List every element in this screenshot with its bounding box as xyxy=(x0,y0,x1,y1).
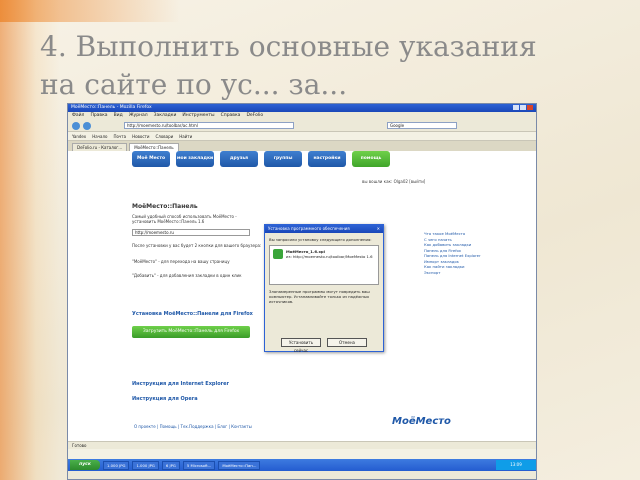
maximize-icon[interactable] xyxy=(520,105,526,110)
taskbar-item[interactable]: 6 JPG xyxy=(161,460,180,470)
forward-icon[interactable] xyxy=(83,121,91,130)
toolbar-home[interactable]: Начало xyxy=(92,134,107,139)
menu-file[interactable]: Файл xyxy=(72,113,84,119)
cancel-button[interactable]: Отмена xyxy=(327,338,367,347)
addon-item: МоёМесто_1.6.xpi из: http://moemesto.ru/… xyxy=(269,245,379,285)
dialog-close-icon[interactable]: ✕ xyxy=(377,226,380,232)
browser-screenshot: МоёМесто::Панель - Mozilla Firefox Файл … xyxy=(67,103,537,480)
toolbar-news[interactable]: Новости xyxy=(132,134,149,139)
dialog-intro: Вы запросили установку следующего дополн… xyxy=(269,237,372,242)
search-input[interactable]: Google xyxy=(387,122,457,129)
site-footer[interactable]: О проекте | Помощь | Тех.Поддержка | Бло… xyxy=(134,424,252,429)
addon-bar xyxy=(68,449,536,459)
minimize-icon[interactable] xyxy=(513,105,519,110)
download-toolbar-button[interactable]: Загрузить МоёМесто::Панель для Firefox xyxy=(132,326,250,338)
tab-moemesto[interactable]: МоёМесто::Панель xyxy=(129,143,179,151)
menu-bar: Файл Правка Вид Журнал Закладки Инструме… xyxy=(68,112,536,120)
back-icon[interactable] xyxy=(72,121,80,130)
list-item: "МоёМесто" - для перехода на вашу страни… xyxy=(132,259,230,264)
opera-instructions-link[interactable]: Инструкция для Opera xyxy=(132,396,198,402)
install-now-button[interactable]: Установить сейчас xyxy=(281,338,321,353)
user-status: вы вошли как: Olga02 [выйти] xyxy=(362,179,426,184)
page-title: МоёМесто::Панель xyxy=(132,203,198,210)
dialog-buttons: Установить сейчас Отмена xyxy=(265,338,383,353)
dialog-titlebar: Установка программного обеспечения ✕ xyxy=(265,225,383,233)
buttons-text: После установки у вас будет 2 кнопки для… xyxy=(132,243,262,248)
toolbar-mail[interactable]: Почта xyxy=(113,134,126,139)
menu-history[interactable]: Журнал xyxy=(129,113,148,119)
dialog-title: Установка программного обеспечения xyxy=(268,226,350,231)
menu-defolio[interactable]: DeFolio xyxy=(246,113,263,119)
nav-friends[interactable]: друзья xyxy=(220,151,258,167)
nav-groups[interactable]: группы xyxy=(264,151,302,167)
status-bar: Готово xyxy=(68,441,536,449)
yandex-toolbar: Yandex Начало Почта Новости Словари Найт… xyxy=(68,132,536,141)
tab-defolio[interactable]: DeFolio.ru - Каталог... xyxy=(72,143,128,151)
nav-my-place[interactable]: Моё Место xyxy=(132,151,170,167)
help-link[interactable]: Экспорт xyxy=(424,270,494,276)
puzzle-icon xyxy=(273,249,283,259)
install-heading: Установка МоёМесто::Панели для Firefox xyxy=(132,311,253,317)
taskbar-item[interactable]: МоёМесто::Пан... xyxy=(218,460,261,470)
taskbar-item[interactable]: 1.000 JPG xyxy=(132,460,159,470)
navigation-bar: http://moemesto.ru/toolbar/ac.html Googl… xyxy=(68,120,536,132)
install-dialog: Установка программного обеспечения ✕ Вы … xyxy=(264,224,384,353)
slide-decor-top xyxy=(0,0,180,22)
nav-help[interactable]: помощь xyxy=(352,151,390,167)
addon-source: из: http://moemesto.ru/toolbar/MoeMesto … xyxy=(286,254,373,259)
list-item: "Добавить" - для добавления закладки в о… xyxy=(132,273,242,278)
ie-instructions-link[interactable]: Инструкция для Internet Explorer xyxy=(132,381,229,387)
bottom-bars: Готово пуск 1.000 JPG 1.000 JPG 6 JPG 5 … xyxy=(68,441,536,479)
dialog-body: Вы запросили установку следующего дополн… xyxy=(265,233,383,308)
slide-title: 4. Выполнить основные указания на сайте … xyxy=(40,30,537,101)
toolbar-find[interactable]: Найти xyxy=(179,134,192,139)
start-button[interactable]: пуск xyxy=(70,460,100,470)
taskbar-item[interactable]: 5 Microsoft... xyxy=(182,460,216,470)
toolbar-dictionaries[interactable]: Словари xyxy=(155,134,173,139)
windows-taskbar: пуск 1.000 JPG 1.000 JPG 6 JPG 5 Microso… xyxy=(68,459,536,471)
site-logo: МоёМесто xyxy=(392,416,451,427)
toolbar-yandex[interactable]: Yandex xyxy=(72,134,86,139)
address-field[interactable]: http://moemesto.ru/toolbar/ac.html xyxy=(124,122,294,129)
url-example-field[interactable]: http://moemesto.ru xyxy=(132,229,250,236)
window-controls xyxy=(512,105,533,111)
help-sidebar: Что такое МоёМесто С чего начать Как доб… xyxy=(424,231,494,275)
menu-view[interactable]: Вид xyxy=(114,113,123,119)
system-tray-clock: 13:09 xyxy=(496,460,536,470)
intro-text: Самый удобный способ использовать МоёМес… xyxy=(132,214,237,224)
close-icon[interactable] xyxy=(527,105,533,110)
menu-tools[interactable]: Инструменты xyxy=(182,113,214,119)
menu-bookmarks[interactable]: Закладки xyxy=(154,113,177,119)
window-title: МоёМесто::Панель - Mozilla Firefox xyxy=(71,105,152,110)
menu-help[interactable]: Справка xyxy=(221,113,241,119)
menu-edit[interactable]: Правка xyxy=(90,113,107,119)
tab-strip: DeFolio.ru - Каталог... МоёМесто::Панель xyxy=(68,141,536,151)
browser-titlebar: МоёМесто::Панель - Mozilla Firefox xyxy=(68,104,536,112)
nav-bookmarks[interactable]: мои закладки xyxy=(176,151,214,167)
taskbar-item[interactable]: 1.000 JPG xyxy=(103,460,130,470)
dialog-warning: Злонамеренные программы могут повредить … xyxy=(269,289,370,304)
site-nav: Моё Место мои закладки друзья группы нас… xyxy=(124,151,484,167)
nav-settings[interactable]: настройки xyxy=(308,151,346,167)
